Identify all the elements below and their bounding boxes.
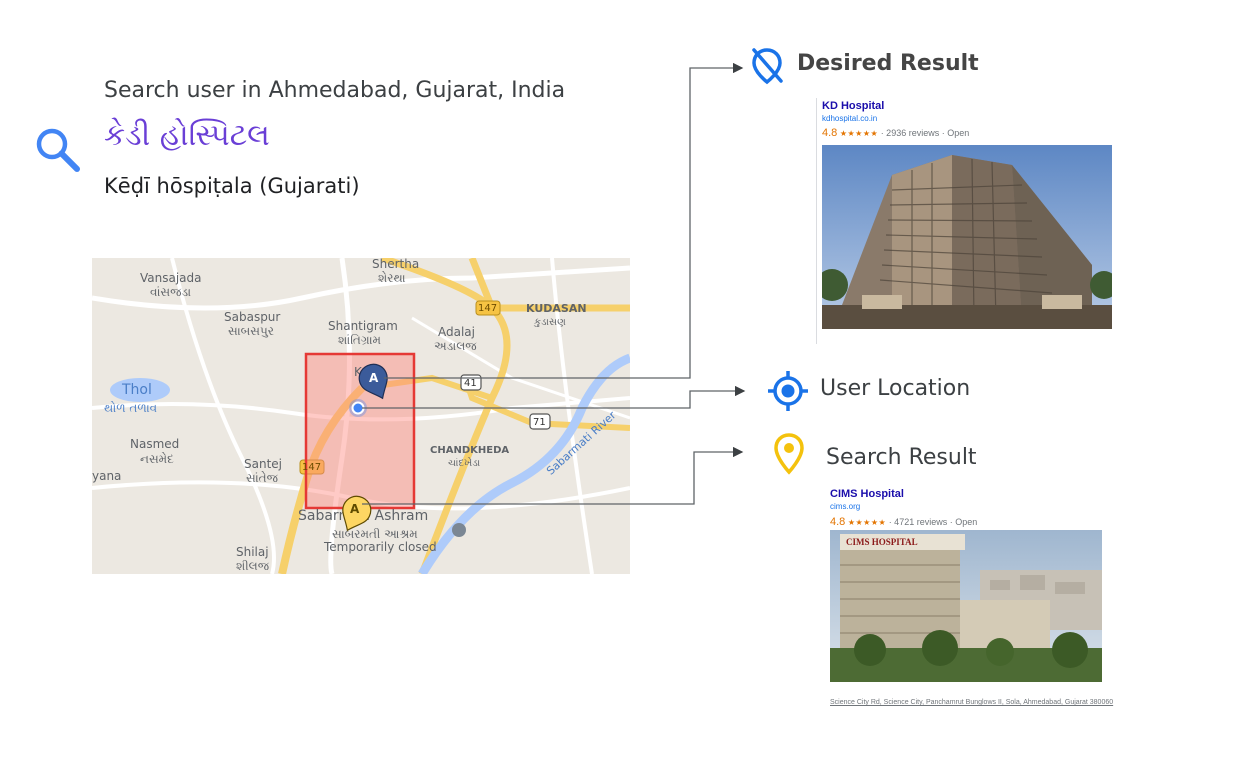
search-card-rating-row: 4.8 ★★★★★ · 4721 reviews · Open xyxy=(830,516,977,528)
legend-search-result: Search Result xyxy=(826,445,977,470)
search-card-sign: CIMS HOSPITAL xyxy=(846,537,918,547)
desired-card-rating: 4.8 xyxy=(822,127,838,139)
search-card-reviews: · 4721 reviews · Open xyxy=(888,517,978,527)
desired-card-url[interactable]: kdhospital.co.in xyxy=(822,114,877,123)
search-card-photo xyxy=(830,530,1102,682)
search-card-rating: 4.8 xyxy=(830,516,846,528)
search-card-stars: ★★★★★ xyxy=(847,518,887,527)
legend-user-location: User Location xyxy=(820,376,971,401)
place-pin-icon xyxy=(774,433,804,475)
search-card-url[interactable]: cims.org xyxy=(830,502,860,511)
desired-result-card[interactable]: KD Hospital kdhospital.co.in 4.8 ★★★★★ ·… xyxy=(816,98,1116,344)
desired-card-rating-row: 4.8 ★★★★★ · 2936 reviews · Open xyxy=(822,127,969,139)
search-card-title[interactable]: CIMS Hospital xyxy=(830,488,904,500)
desired-card-stars: ★★★★★ xyxy=(839,129,879,138)
search-result-card[interactable]: CIMS Hospital cims.org 4.8 ★★★★★ · 4721 … xyxy=(826,486,1222,712)
desired-card-divider xyxy=(816,98,817,344)
my-location-icon xyxy=(768,371,808,411)
search-card-address[interactable]: Science City Rd, Science City, Panchamru… xyxy=(830,699,1113,706)
desired-card-photo xyxy=(822,145,1112,329)
legend-desired-result: Desired Result xyxy=(797,51,979,76)
location-off-icon xyxy=(752,48,783,85)
desired-card-reviews: · 2936 reviews · Open xyxy=(880,128,970,138)
desired-card-title[interactable]: KD Hospital xyxy=(822,100,884,112)
